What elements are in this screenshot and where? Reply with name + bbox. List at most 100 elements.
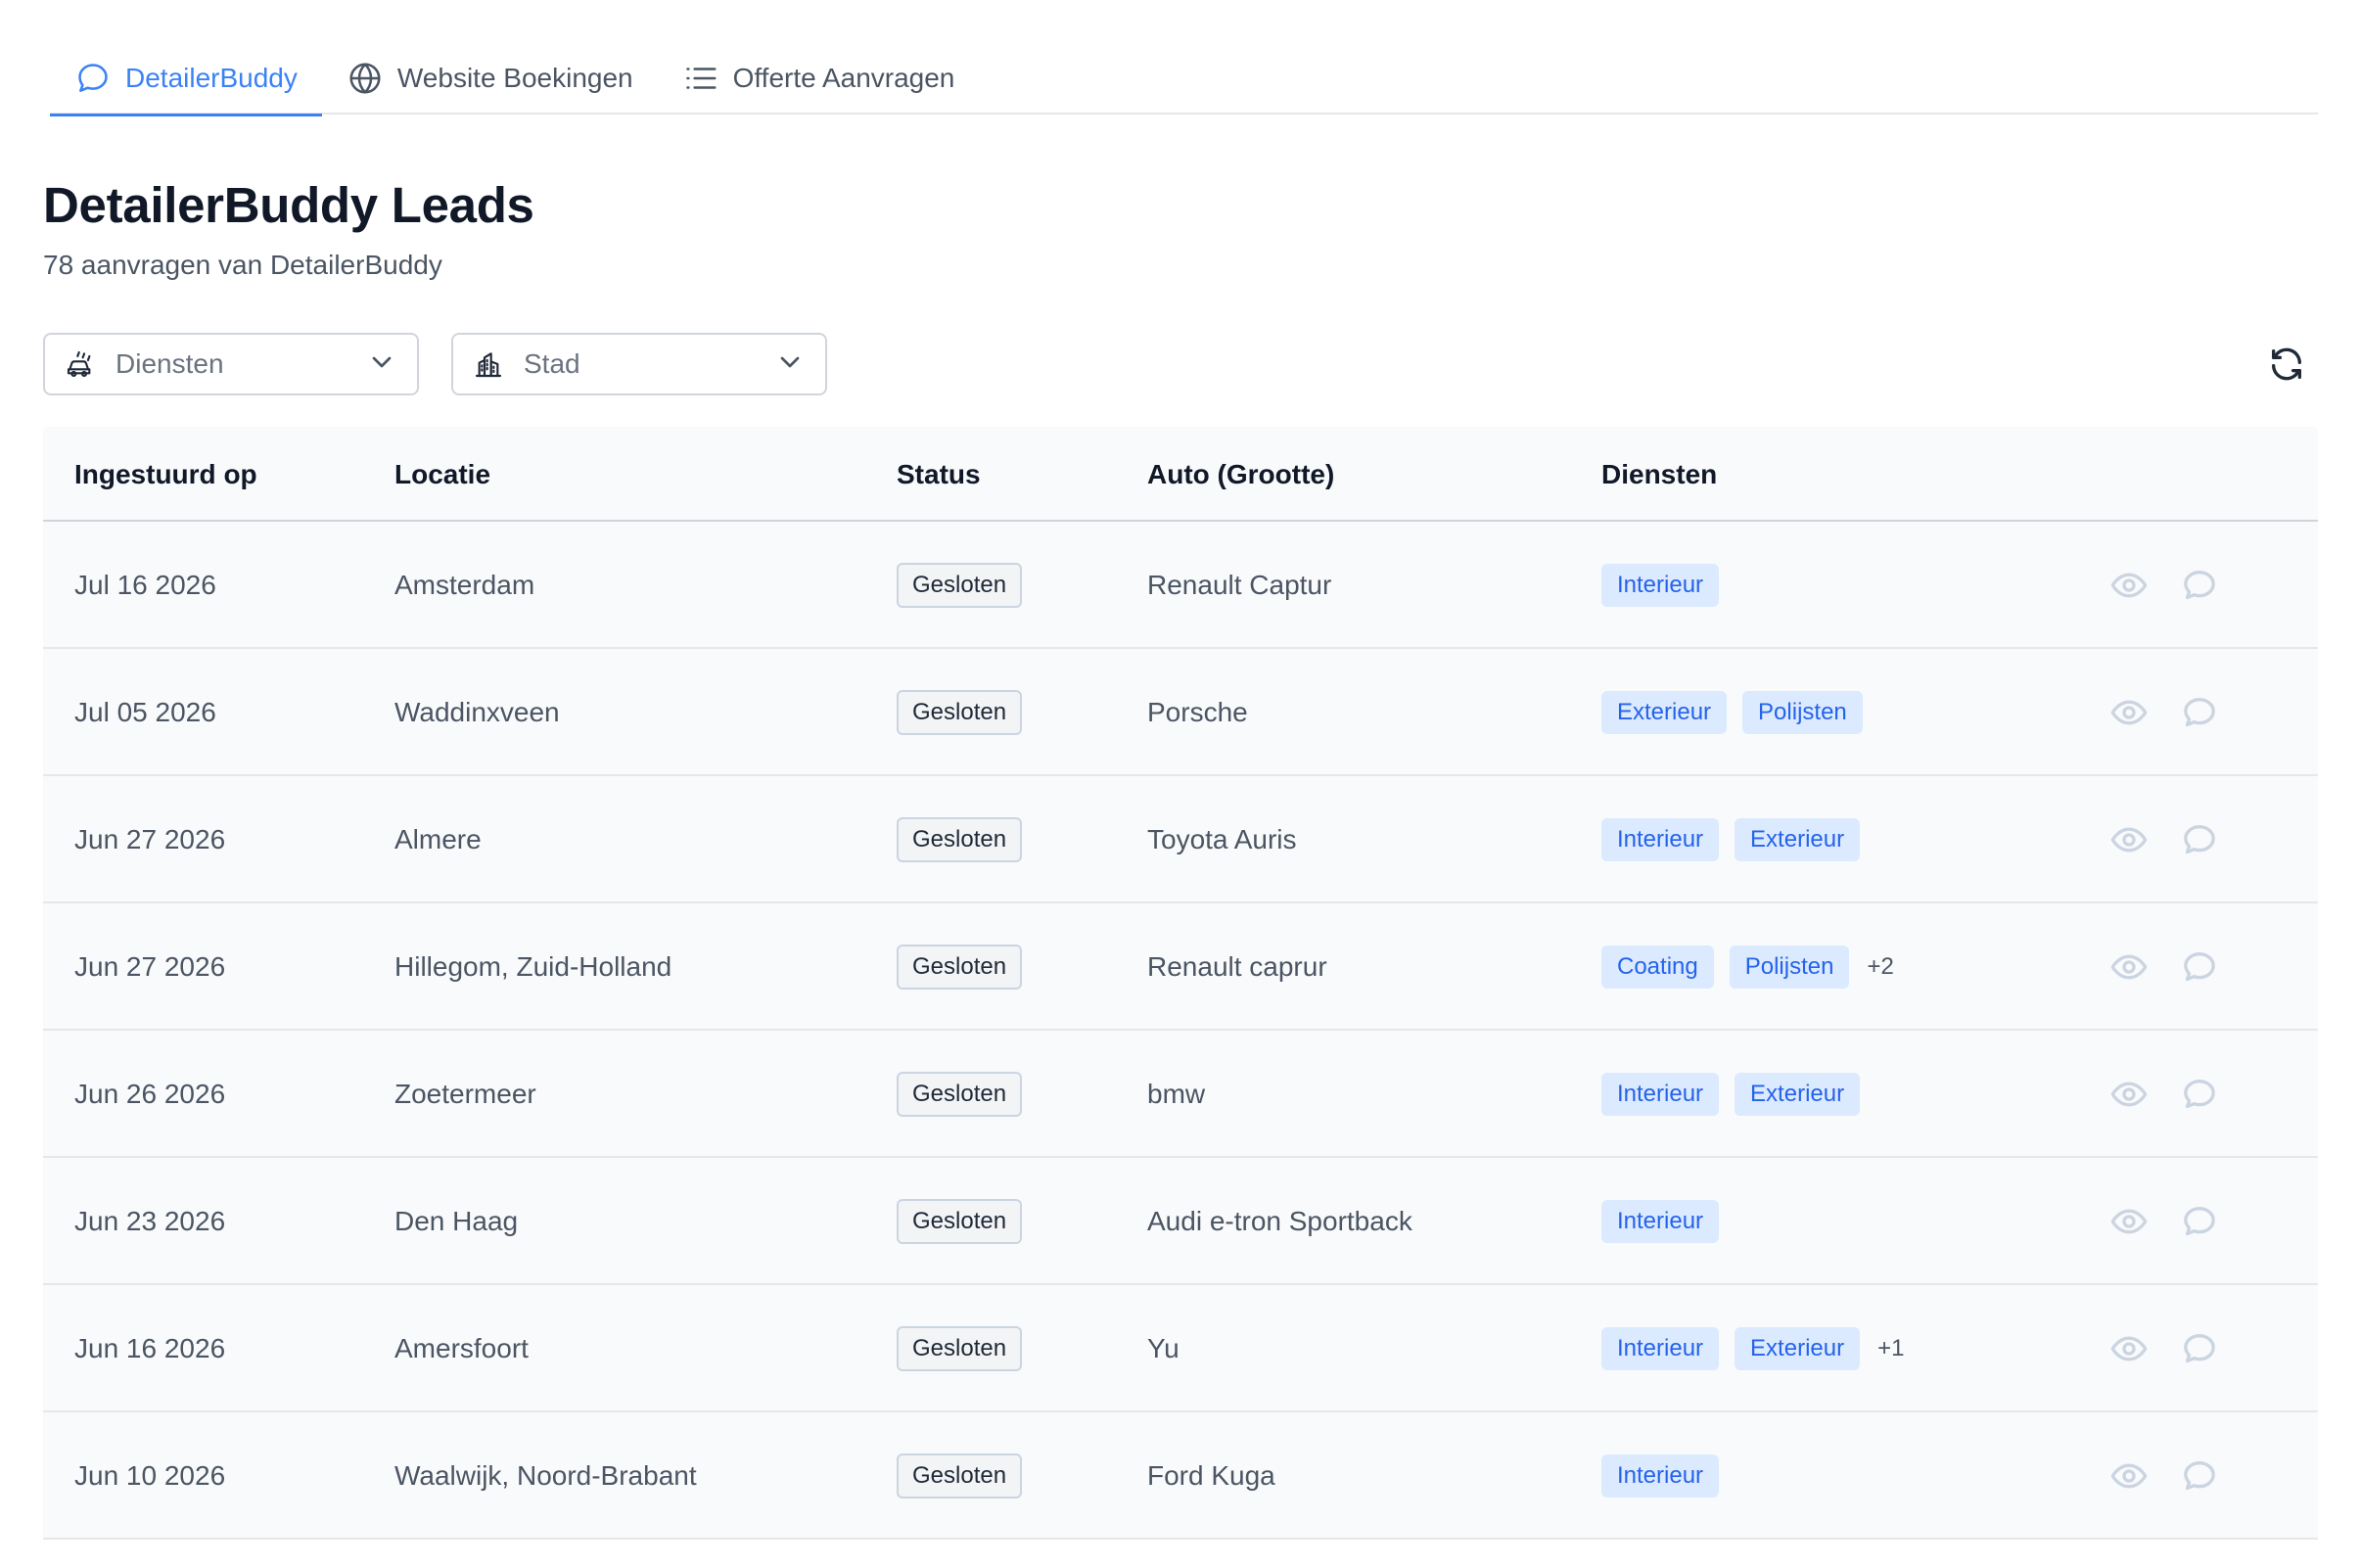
- cell-date: Jul 05 2026: [74, 697, 216, 727]
- column-header-locatie[interactable]: Locatie: [394, 427, 490, 522]
- cell-date: Jun 27 2026: [74, 824, 226, 854]
- chat-bubble-icon[interactable]: [2180, 820, 2219, 859]
- table-row[interactable]: Jun 23 2026 Den Haag Gesloten Audi e-tro…: [43, 1158, 2318, 1285]
- cell-services: Interieur Exterieur: [1601, 776, 1875, 903]
- eye-icon[interactable]: [2109, 1075, 2149, 1114]
- tab-offerte-aanvragen[interactable]: Offerte Aanvragen: [658, 42, 980, 115]
- chat-bubble-icon[interactable]: [2180, 693, 2219, 732]
- service-tag: Interieur: [1601, 1200, 1720, 1243]
- service-tag: Polijsten: [1729, 945, 1850, 989]
- page-subtitle: 78 aanvragen van DetailerBuddy: [43, 250, 442, 280]
- service-tag: Polijsten: [1742, 691, 1863, 734]
- tab-website-boekingen[interactable]: Website Boekingen: [322, 42, 658, 115]
- chat-bubble-icon[interactable]: [2180, 1202, 2219, 1241]
- table-row[interactable]: Jun 26 2026 Zoetermeer Gesloten bmw Inte…: [43, 1031, 2318, 1158]
- cell-status: Gesloten: [897, 1158, 1023, 1285]
- stad-filter-placeholder: Stad: [524, 348, 580, 379]
- cell-services: Exterieur Polijsten: [1601, 649, 1878, 776]
- cell-actions: [2109, 903, 2250, 1031]
- service-tag: Interieur: [1601, 1073, 1720, 1116]
- cell-location: Amersfoort: [394, 1333, 529, 1363]
- tab-detailerbuddy[interactable]: DetailerBuddy: [50, 42, 322, 116]
- cell-services: Interieur: [1601, 1158, 1735, 1285]
- column-header-diensten[interactable]: Diensten: [1601, 427, 1717, 522]
- cell-actions: [2109, 776, 2250, 903]
- table-row[interactable]: Jul 16 2026 Amsterdam Gesloten Renault C…: [43, 522, 2318, 649]
- table-header: Ingestuurd op Locatie Status Auto (Groot…: [43, 427, 2318, 522]
- cell-actions: [2109, 1031, 2250, 1158]
- chat-bubble-icon[interactable]: [2180, 1075, 2219, 1114]
- cell-status: Gesloten: [897, 1285, 1023, 1412]
- tab-bar: DetailerBuddy Website Boekingen Offerte …: [50, 42, 2318, 116]
- service-tag: Interieur: [1601, 1327, 1720, 1370]
- cell-location: Den Haag: [394, 1206, 519, 1236]
- cell-services: Interieur: [1601, 522, 1735, 649]
- car-wash-icon: [65, 348, 96, 380]
- status-badge: Gesloten: [897, 1453, 1023, 1499]
- status-badge: Gesloten: [897, 1072, 1023, 1117]
- cell-location: Hillegom, Zuid-Holland: [394, 951, 672, 982]
- cell-actions: [2109, 1412, 2250, 1540]
- status-badge: Gesloten: [897, 945, 1023, 990]
- table-body: Jul 16 2026 Amsterdam Gesloten Renault C…: [43, 522, 2318, 1540]
- chat-bubble-icon[interactable]: [2180, 1329, 2219, 1368]
- chat-bubble-icon[interactable]: [2180, 566, 2219, 605]
- table-row[interactable]: Jun 10 2026 Waalwijk, Noord-Brabant Gesl…: [43, 1412, 2318, 1540]
- table-row[interactable]: Jun 16 2026 Amersfoort Gesloten Yu Inter…: [43, 1285, 2318, 1412]
- cell-car: Porsche: [1147, 697, 1248, 727]
- refresh-icon[interactable]: [2267, 345, 2306, 384]
- globe-icon: [349, 63, 381, 94]
- diensten-filter-dropdown[interactable]: Diensten: [43, 333, 419, 395]
- chat-bubble-icon[interactable]: [2180, 947, 2219, 987]
- cell-car: Renault Captur: [1147, 570, 1332, 600]
- cell-services: Interieur Exterieur +1: [1601, 1285, 1904, 1412]
- more-services-count: +1: [1877, 1335, 1905, 1361]
- cell-car: Ford Kuga: [1147, 1460, 1275, 1491]
- eye-icon[interactable]: [2109, 566, 2149, 605]
- cell-location: Zoetermeer: [394, 1079, 536, 1109]
- eye-icon[interactable]: [2109, 1202, 2149, 1241]
- service-tag: Exterieur: [1735, 1327, 1861, 1370]
- table-row[interactable]: Jul 05 2026 Waddinxveen Gesloten Porsche…: [43, 649, 2318, 776]
- list-icon: [685, 68, 717, 89]
- chevron-down-icon: [774, 346, 806, 383]
- status-badge: Gesloten: [897, 690, 1023, 735]
- status-badge: Gesloten: [897, 817, 1023, 862]
- eye-icon[interactable]: [2109, 1456, 2149, 1496]
- column-header-auto[interactable]: Auto (Grootte): [1147, 427, 1334, 522]
- cell-car: Yu: [1147, 1333, 1180, 1363]
- cell-status: Gesloten: [897, 1412, 1023, 1540]
- cell-car: Toyota Auris: [1147, 824, 1297, 854]
- cell-location: Almere: [394, 824, 482, 854]
- more-services-count: +2: [1867, 953, 1894, 980]
- cell-actions: [2109, 1158, 2250, 1285]
- leads-table: Ingestuurd op Locatie Status Auto (Groot…: [43, 427, 2318, 1540]
- cell-status: Gesloten: [897, 776, 1023, 903]
- eye-icon[interactable]: [2109, 947, 2149, 987]
- tab-label: Website Boekingen: [396, 63, 633, 93]
- column-header-ingestuurd-op[interactable]: Ingestuurd op: [74, 427, 257, 522]
- cell-status: Gesloten: [897, 522, 1023, 649]
- cell-location: Amsterdam: [394, 570, 535, 600]
- eye-icon[interactable]: [2109, 693, 2149, 732]
- service-tag: Interieur: [1601, 1454, 1720, 1498]
- service-tag: Interieur: [1601, 818, 1720, 861]
- stad-filter-dropdown[interactable]: Stad: [451, 333, 827, 395]
- tab-label: Offerte Aanvragen: [732, 63, 955, 93]
- chat-bubble-icon[interactable]: [2180, 1456, 2219, 1496]
- eye-icon[interactable]: [2109, 1329, 2149, 1368]
- page-title: DetailerBuddy Leads: [43, 177, 534, 233]
- eye-icon[interactable]: [2109, 820, 2149, 859]
- table-row[interactable]: Jun 27 2026 Almere Gesloten Toyota Auris…: [43, 776, 2318, 903]
- status-badge: Gesloten: [897, 1199, 1023, 1244]
- status-badge: Gesloten: [897, 1326, 1023, 1371]
- service-tag: Exterieur: [1601, 691, 1728, 734]
- table-row[interactable]: Jun 27 2026 Hillegom, Zuid-Holland Geslo…: [43, 903, 2318, 1031]
- cell-date: Jun 10 2026: [74, 1460, 226, 1491]
- cell-status: Gesloten: [897, 903, 1023, 1031]
- chat-bubble-icon: [78, 64, 108, 92]
- cell-status: Gesloten: [897, 1031, 1023, 1158]
- cell-services: Coating Polijsten +2: [1601, 903, 1894, 1031]
- service-tag: Exterieur: [1735, 1073, 1861, 1116]
- column-header-status[interactable]: Status: [897, 427, 981, 522]
